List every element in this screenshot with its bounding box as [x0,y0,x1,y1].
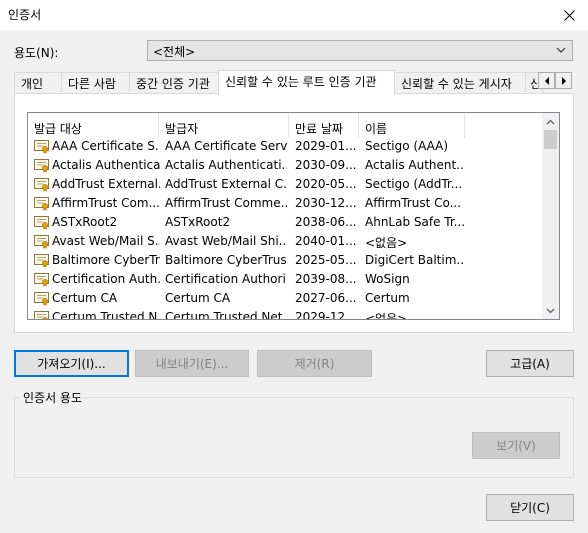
certificate-purposes-label: 인증서 용도 [21,389,85,406]
table-row[interactable]: Baltimore CyberTr... Baltimore CyberTrus.… [28,252,543,271]
tab-intermediate-ca[interactable]: 중간 인증 기관 [129,72,219,92]
import-button[interactable]: 가져오기(I)... [14,350,129,377]
table-row[interactable]: Certum CA Certum CA 2027-06... Certum [28,290,543,309]
close-icon [563,9,575,21]
table-cell: AAA Certificate Serv... [165,139,287,153]
table-cell: <없음> [365,312,408,320]
table-cell: AAA Certificate S... [52,139,160,153]
table-cell: WoSign [365,272,410,286]
table-cell: 2027-06... [295,291,357,305]
scroll-thumb[interactable] [544,130,557,149]
table-row[interactable]: Actalis Authentica... Actalis Authenticat… [28,157,543,176]
certificate-list[interactable]: 발급 대상 발급자 만료 날짜 이름 AAA Certificate S... A… [27,112,560,320]
chevron-down-icon [556,47,566,53]
table-cell: 2038-06... [295,215,357,229]
column-header-issued-by[interactable]: 발급자 [159,113,289,138]
table-cell: Certification Auth... [52,272,160,286]
table-row[interactable]: AffirmTrust Com... AffirmTrust Comme... 20… [28,195,543,214]
table-cell: Sectigo (AAA) [365,139,449,153]
table-row[interactable]: Certification Auth... Certification Autho… [28,271,543,290]
table-cell: 2029-12... [295,310,357,320]
arrow-left-icon [544,76,549,85]
store-tabs: 개인 다른 사람 중간 인증 기관 신뢰할 수 있는 루트 인증 기관 신뢰할 … [14,70,574,95]
table-cell: Actalis Authent... [365,158,465,172]
table-row[interactable]: ASTxRoot2 ASTxRoot2 2038-06... AhnLab Safe … [28,214,543,233]
table-cell: Actalis Authenticati... [165,158,287,172]
table-cell: Avast Web/Mail Shi... [165,234,287,248]
column-header-issued-to[interactable]: 발급 대상 [28,113,159,138]
remove-button[interactable]: 제거(R) [257,350,372,377]
table-cell: AffirmTrust Comme... [165,196,287,210]
export-button[interactable]: 내보내기(E)... [135,350,249,377]
table-cell: ASTxRoot2 [165,215,231,229]
table-cell: Actalis Authentica... [52,158,160,172]
certificate-icon [34,235,49,249]
table-cell: Certum CA [165,291,231,305]
table-cell: AffirmTrust Com... [52,196,160,210]
tab-scroll-right[interactable] [555,72,572,89]
tab-personal[interactable]: 개인 [14,72,62,92]
certificate-icon [34,311,49,319]
table-cell: AddTrust External... [52,177,160,191]
chevron-down-icon [546,308,555,313]
advanced-button[interactable]: 고급(A) [486,350,574,377]
purpose-label: 용도(N): [14,46,59,60]
window-title: 인증서 [8,8,42,22]
scroll-up-button[interactable] [542,113,559,130]
table-cell: Certum Trusted N... [52,310,160,320]
table-row[interactable]: AddTrust External... AddTrust External C.… [28,176,543,195]
view-button[interactable]: 보기(V) [472,432,560,459]
table-cell: 2029-01... [295,139,357,153]
tab-trusted-root-ca[interactable]: 신뢰할 수 있는 루트 인증 기관 [218,70,395,95]
table-row[interactable]: Avast Web/Mail S... Avast Web/Mail Shi...… [28,233,543,252]
table-cell: 2025-05... [295,253,357,267]
tab-scroll-left[interactable] [538,72,555,89]
purpose-dropdown[interactable]: <전체> [147,40,573,61]
table-cell: Baltimore CyberTrus... [165,253,287,267]
table-cell: 2030-09... [295,158,357,172]
table-cell: Certification Authori... [165,272,287,286]
certificate-icon [34,273,49,287]
scroll-down-button[interactable] [542,302,559,319]
certificate-icon [34,216,49,230]
column-header-expiration[interactable]: 만료 날짜 [289,113,359,138]
tab-other-people[interactable]: 다른 사람 [61,72,130,92]
column-header-friendly-name[interactable]: 이름 [359,113,465,138]
tab-trusted-publishers[interactable]: 신뢰할 수 있는 게시자 [394,72,526,92]
table-row[interactable]: AAA Certificate S... AAA Certificate Serv… [28,138,543,157]
purpose-selected: <전체> [153,45,196,59]
list-scrollbar[interactable] [542,113,559,319]
certificate-icon [34,254,49,268]
table-cell: <없음> [365,236,408,250]
table-cell: 2020-05... [295,177,357,191]
table-cell: 2040-01... [295,234,357,248]
certificate-icon [34,140,49,154]
table-cell: Sectigo (AddTr... [365,177,463,191]
table-cell: AffirmTrust Co... [365,196,462,210]
certificate-icon [34,292,49,306]
table-cell: 2030-12... [295,196,357,210]
certificate-icon [34,159,49,173]
table-row[interactable]: Certum Trusted N... Certum Trusted Net...… [28,309,543,320]
close-window-button[interactable] [550,0,588,30]
certificate-icon [34,178,49,192]
table-cell: AhnLab Safe Tr... [365,215,465,229]
title-bar [0,0,588,30]
table-cell: Avast Web/Mail S... [52,234,160,248]
close-button[interactable]: 닫기(C) [486,494,574,521]
certificate-icon [34,197,49,211]
arrow-right-icon [561,76,566,85]
table-cell: Certum CA [52,291,118,305]
table-cell: Certum [365,291,410,305]
table-cell: Baltimore CyberTr... [52,253,160,267]
table-cell: AddTrust External C... [165,177,287,191]
table-cell: DigiCert Baltim... [365,253,465,267]
chevron-up-icon [546,119,555,124]
table-cell: 2039-08... [295,272,357,286]
table-cell: Certum Trusted Net... [165,310,287,320]
table-cell: ASTxRoot2 [52,215,118,229]
